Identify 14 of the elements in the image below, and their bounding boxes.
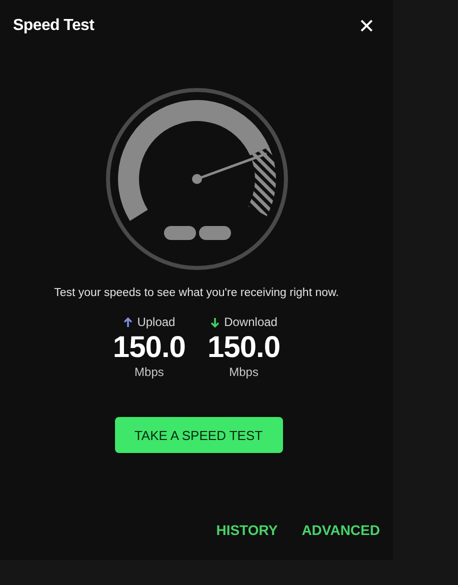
speed-label: Upload	[137, 315, 176, 329]
down-arrow-icon	[210, 316, 220, 328]
speed-unit: Mbps	[229, 365, 258, 379]
footer-link[interactable]: HISTORY	[216, 522, 278, 538]
speed-label: Download	[224, 315, 278, 329]
speed-value: 150.0	[208, 331, 280, 365]
speed-unit: Mbps	[134, 365, 164, 379]
close-button[interactable]: ✕	[352, 14, 381, 38]
footer-link[interactable]: ADVANCED	[302, 522, 380, 538]
description-text: Test your speeds to see what you're receiving right now.	[54, 287, 339, 299]
speed-value: 150.0	[112, 331, 186, 365]
up-arrow-icon	[123, 316, 134, 328]
speed-test-button[interactable]: TAKE A SPEED TEST	[114, 417, 282, 453]
dialog-title: Speed Test	[13, 17, 94, 35]
